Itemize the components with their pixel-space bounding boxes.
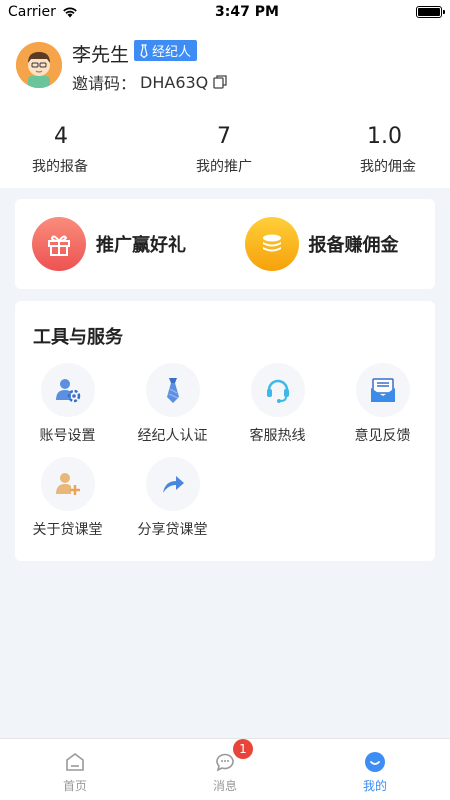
tool-label: 客服热线 <box>249 428 306 444</box>
invite-code-value: DHA63Q <box>140 72 209 92</box>
agent-badge-label: 经纪人 <box>152 45 192 60</box>
account-settings-icon <box>40 363 95 417</box>
tie-icon <box>145 363 200 417</box>
clock: 3:47 PM <box>215 4 279 20</box>
coins-icon <box>244 217 299 271</box>
tool-account-settings[interactable]: 账号设置 <box>15 363 120 445</box>
unread-badge: 1 <box>233 739 253 759</box>
avatar-illustration <box>16 42 62 88</box>
avatar[interactable] <box>16 42 62 88</box>
tab-bar: 首页 消息 1 我的 <box>0 738 450 800</box>
tools-card: 工具与服务 账号设置 经纪人认证 客服热线 意见反馈 关于贷课堂 分享贷课堂 <box>15 301 435 561</box>
carrier-label: Carrier <box>8 4 56 20</box>
tie-badge-icon <box>140 43 148 58</box>
headset-icon <box>250 363 305 417</box>
tab-home[interactable]: 首页 <box>0 739 150 800</box>
mail-icon <box>355 363 410 417</box>
invite-code-row: 邀请码： DHA63Q <box>72 70 228 94</box>
stat-value: 7 <box>217 124 231 149</box>
home-icon <box>66 753 84 771</box>
copy-icon[interactable] <box>212 74 228 90</box>
tool-share[interactable]: 分享贷课堂 <box>120 457 225 539</box>
tab-label: 消息 <box>212 779 237 793</box>
tool-label: 账号设置 <box>39 428 96 444</box>
message-icon <box>216 753 234 772</box>
tool-label: 经纪人认证 <box>137 428 208 444</box>
tool-agent-certification[interactable]: 经纪人认证 <box>120 363 225 445</box>
stat-label: 我的佣金 <box>360 159 416 175</box>
tool-label: 分享贷课堂 <box>137 522 208 538</box>
stat-label: 我的推广 <box>196 159 252 175</box>
promo-promote-gifts[interactable]: 推广赢好礼 <box>15 217 223 271</box>
stats-row: 4 我的报备 7 我的推广 1.0 我的佣金 <box>0 122 450 176</box>
user-name: 李先生 <box>72 44 130 66</box>
tool-feedback[interactable]: 意见反馈 <box>330 363 435 445</box>
tab-label: 我的 <box>362 779 387 793</box>
profile-icon <box>365 752 385 772</box>
profile-header: 李先生 经纪人 邀请码： DHA63Q 4 我的报备 7 我的推广 1.0 我的… <box>0 24 450 188</box>
tab-label: 首页 <box>62 779 87 793</box>
wifi-icon <box>63 7 77 18</box>
tab-profile[interactable]: 我的 <box>300 739 450 800</box>
promo-label: 推广赢好礼 <box>96 235 186 256</box>
gift-icon <box>32 217 86 271</box>
user-add-icon <box>40 457 95 511</box>
tool-label: 意见反馈 <box>354 428 411 444</box>
stat-value: 1.0 <box>367 124 402 149</box>
invite-code-label: 邀请码： <box>72 74 137 93</box>
status-bar: Carrier 3:47 PM <box>0 0 450 24</box>
stat-promotions[interactable]: 7 我的推广 <box>160 122 288 176</box>
stat-reports[interactable]: 4 我的报备 <box>0 122 160 176</box>
tools-title: 工具与服务 <box>33 327 123 348</box>
tools-grid: 账号设置 经纪人认证 客服热线 意见反馈 关于贷课堂 分享贷课堂 <box>15 363 435 539</box>
stat-commission[interactable]: 1.0 我的佣金 <box>288 122 450 176</box>
tool-label: 关于贷课堂 <box>32 522 103 538</box>
stat-label: 我的报备 <box>32 159 88 175</box>
tool-about[interactable]: 关于贷课堂 <box>15 457 120 539</box>
promo-label: 报备赚佣金 <box>308 235 399 256</box>
tab-messages[interactable]: 消息 1 <box>150 739 300 800</box>
stat-value: 4 <box>54 124 68 149</box>
battery-icon <box>416 6 445 18</box>
promo-report-commission[interactable]: 报备赚佣金 <box>223 217 436 271</box>
agent-badge: 经纪人 <box>134 40 198 61</box>
status-left: Carrier <box>8 4 78 20</box>
tool-customer-hotline[interactable]: 客服热线 <box>225 363 330 445</box>
share-icon <box>145 457 200 511</box>
promo-card: 推广赢好礼 报备赚佣金 <box>15 199 435 289</box>
